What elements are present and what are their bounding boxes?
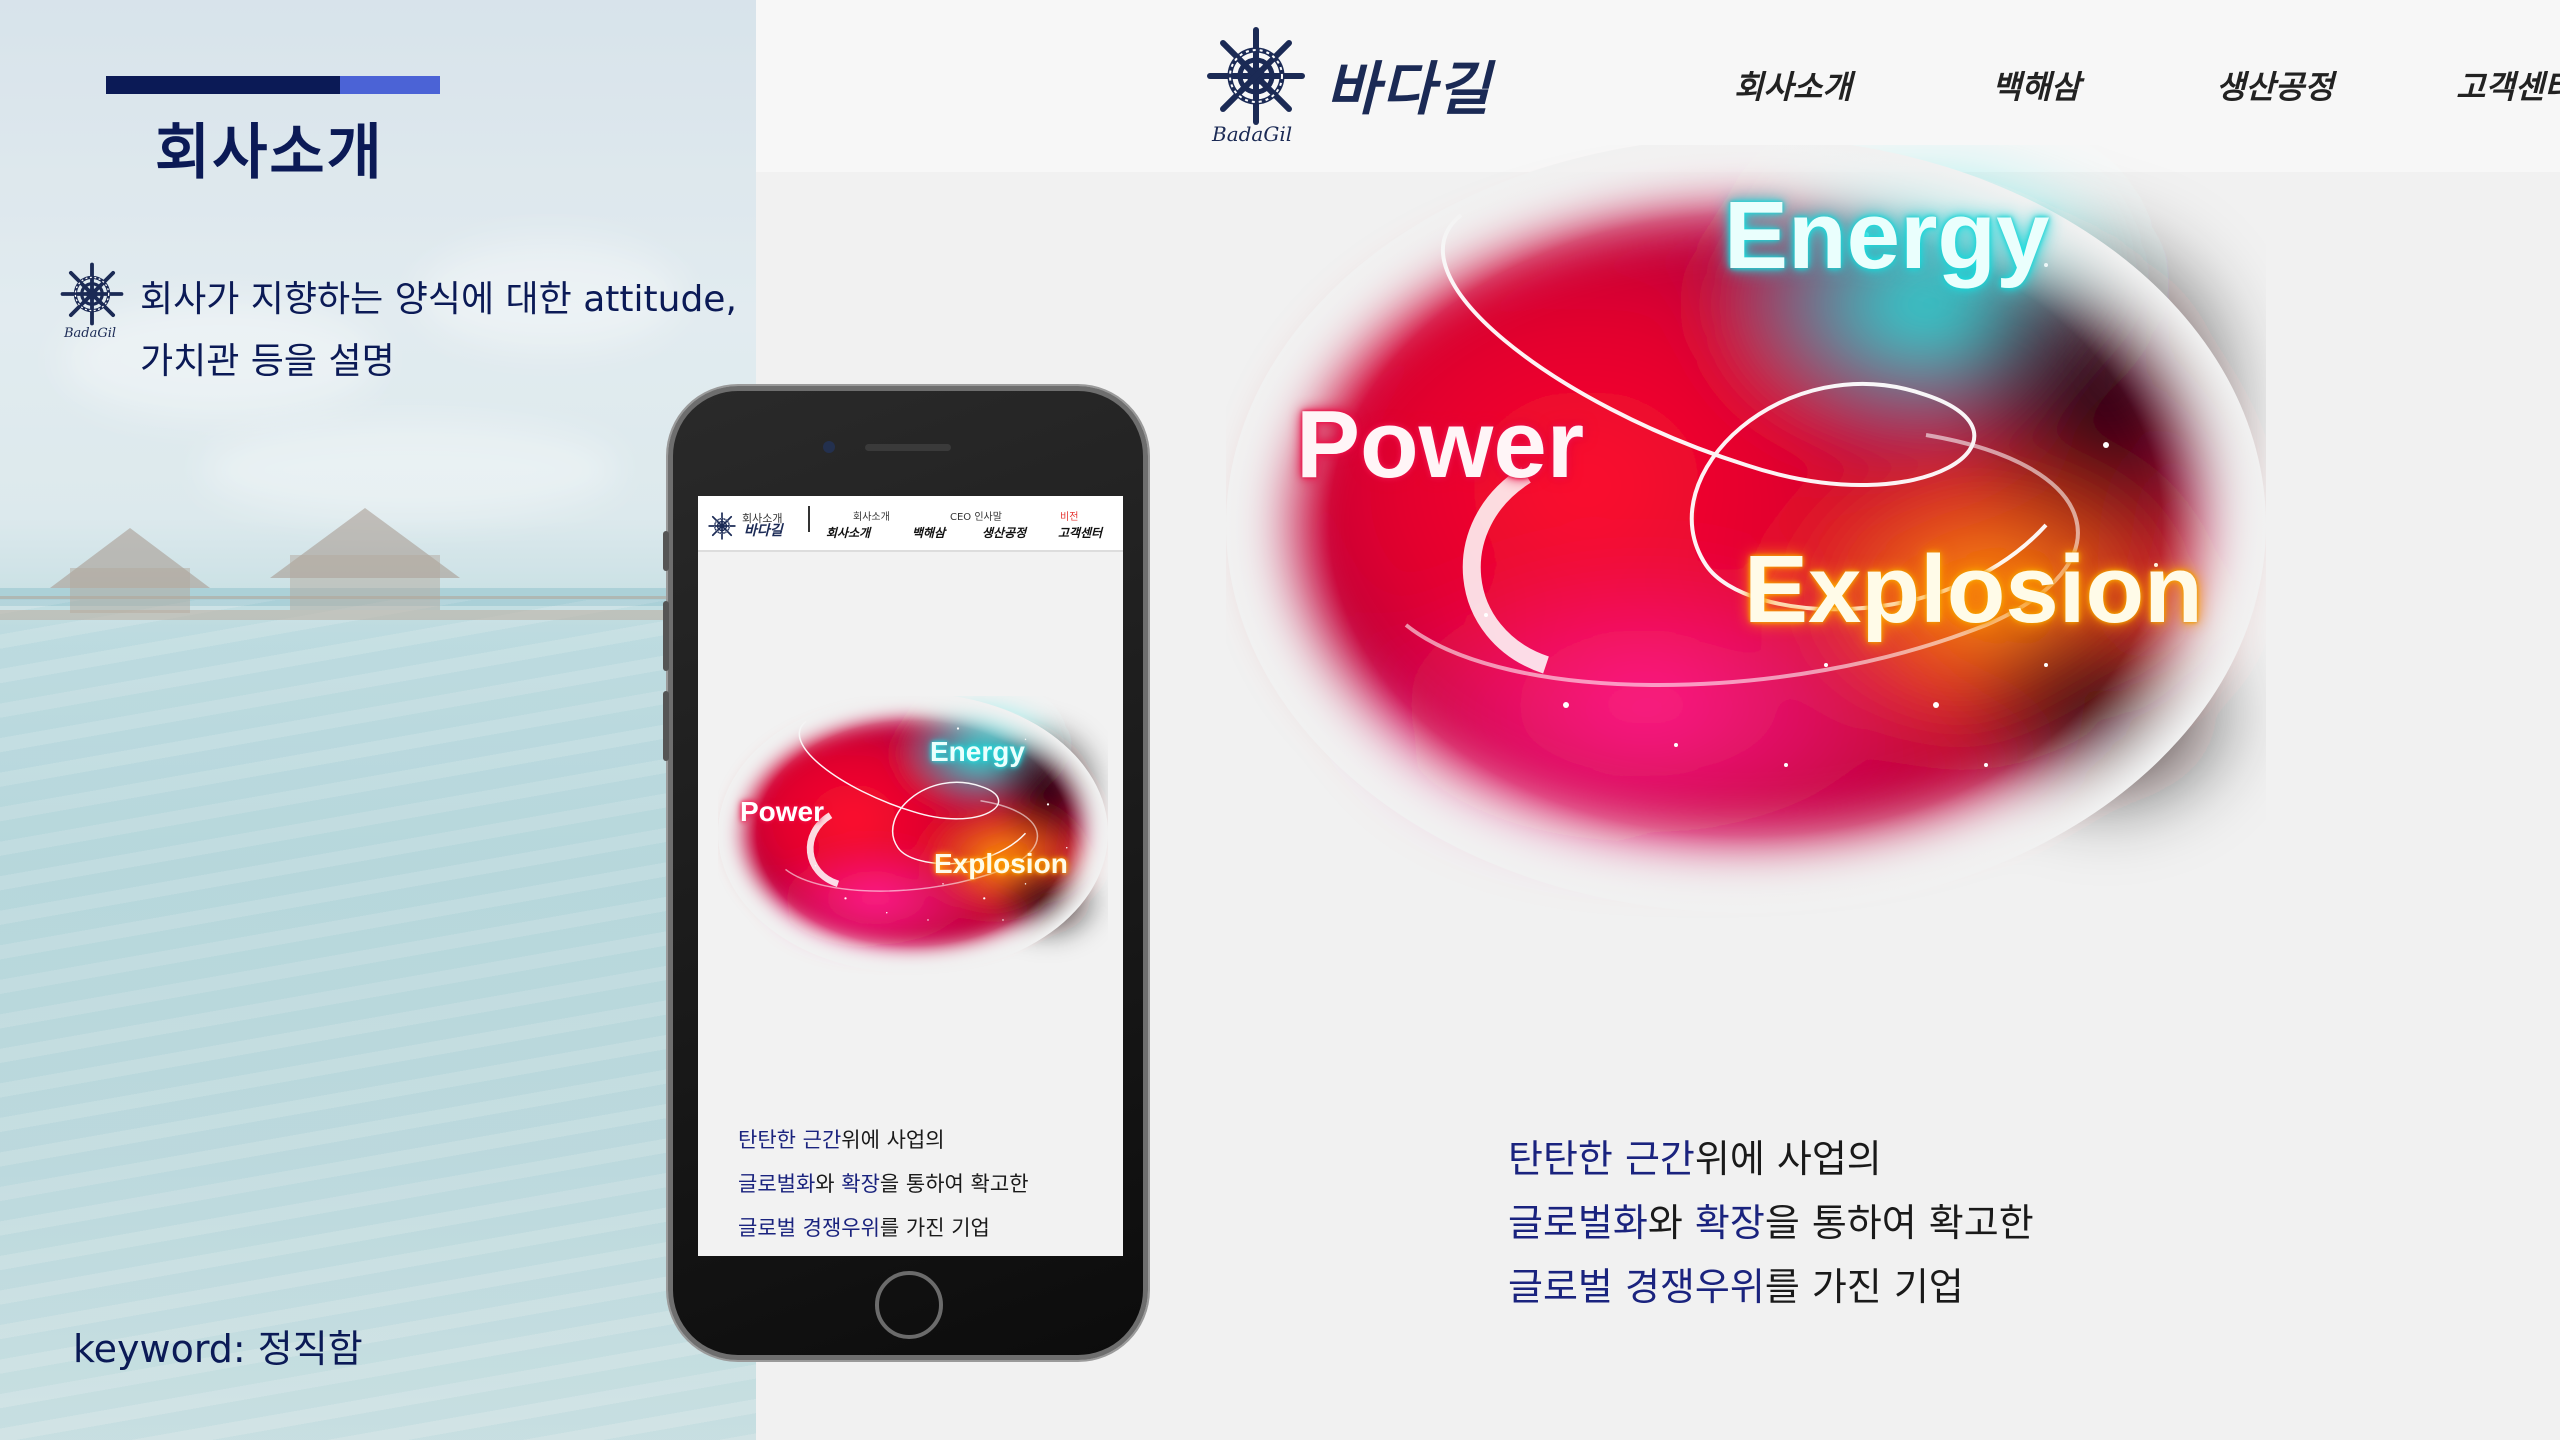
highlight-text: 탄탄한 근간: [738, 1128, 842, 1152]
phone-mockup: 회사소개 바다길 회사소개 CEO 인사말 비전 회사소개 백해삼 생산공정 고…: [663, 386, 1148, 1360]
highlight-text: 확장: [1694, 1201, 1765, 1245]
description-line-2: 가치관 등을 설명: [140, 341, 395, 382]
keyword-label: keyword: 정직함: [73, 1327, 363, 1371]
badagil-caption: BadaGil: [64, 326, 117, 341]
mobile-logo-name: 바다길: [744, 523, 783, 539]
nav-item-customer-center[interactable]: 고객센터: [2456, 62, 2560, 108]
mobile-body-line-2: 글로벌화와 확장을 통하여 확고한: [738, 1168, 1029, 1198]
body-text: 와: [1647, 1201, 1695, 1245]
highlight-text: 글로벌화: [1508, 1201, 1648, 1245]
highlight-text: 탄탄한 근간: [1508, 1137, 1695, 1181]
mobile-hero-explosion: Explosion: [934, 848, 1068, 879]
phone-screen: 회사소개 바다길 회사소개 CEO 인사말 비전 회사소개 백해삼 생산공정 고…: [698, 496, 1123, 1256]
nav-item-company[interactable]: 회사소개: [1734, 62, 1852, 108]
hero-word-power: Power: [1296, 391, 1585, 498]
highlight-text: 글로벌 경쟁우위: [738, 1216, 880, 1240]
mobile-hero-graphic: Energy Power Explosion: [718, 696, 1108, 976]
title-accent-bar-dark: [106, 76, 340, 94]
ship-wheel-icon: [708, 512, 736, 540]
body-text: 를 가진 기업: [1764, 1265, 1964, 1309]
mobile-nav-company[interactable]: 회사소개: [826, 524, 870, 541]
site-logo[interactable]: BadaGil 바다길: [1204, 26, 1504, 146]
mobile-logo[interactable]: 회사소개 바다길: [708, 510, 788, 544]
logo-subtitle: BadaGil: [1212, 122, 1293, 146]
mobile-hero-power: Power: [740, 796, 825, 827]
hero-word-energy: Energy: [1724, 182, 2050, 289]
body-text: 를 가진 기업: [879, 1216, 990, 1240]
body-line-1: 탄탄한 근간위에 사업의: [1508, 1128, 1882, 1183]
body-text: 위에 사업의: [1694, 1137, 1882, 1181]
body-line-3: 글로벌 경쟁우위를 가진 기업: [1508, 1256, 1964, 1311]
mobile-subnav-ceo[interactable]: CEO 인사말: [950, 508, 1002, 523]
nav-item-production[interactable]: 생산공정: [2216, 62, 2334, 108]
body-text: 을 통하여 확고한: [1764, 1201, 2034, 1245]
mobile-nav-sea-cucumber[interactable]: 백해삼: [912, 524, 945, 541]
highlight-text: 글로벌 경쟁우위: [1508, 1265, 1765, 1309]
nav-item-sea-cucumber[interactable]: 백해삼: [1992, 62, 2080, 108]
phone-camera: [823, 441, 835, 453]
slide: 회사소개 BadaGil 회사가 지향하는 양식에 대한 attitude, 가…: [0, 0, 2560, 1440]
header-divider: [808, 506, 810, 532]
mobile-nav-production[interactable]: 생산공정: [982, 524, 1026, 541]
body-line-2: 글로벌화와 확장을 통하여 확고한: [1508, 1192, 2034, 1247]
description-line-1: 회사가 지향하는 양식에 대한 attitude,: [140, 279, 737, 320]
ship-wheel-icon: BadaGil: [56, 262, 128, 344]
phone-speaker: [865, 444, 951, 451]
hero-graphic: Energy Power Explosion: [1226, 145, 2266, 920]
mobile-subnav-vision[interactable]: 비전: [1060, 508, 1078, 523]
mobile-body-line-3: 글로벌 경쟁우위를 가진 기업: [738, 1212, 990, 1242]
highlight-text: 확장: [841, 1172, 880, 1196]
mobile-body-line-1: 탄탄한 근간위에 사업의: [738, 1124, 945, 1154]
section-title: 회사소개: [155, 118, 384, 188]
hero-word-explosion: Explosion: [1744, 536, 2203, 643]
ship-wheel-icon: [1204, 26, 1308, 126]
body-text: 을 통하여 확고한: [879, 1172, 1029, 1196]
body-text: 위에 사업의: [841, 1128, 945, 1152]
title-accent-bar-light: [340, 76, 440, 94]
nebula-graphic: [718, 696, 1108, 976]
mobile-subnav-company[interactable]: 회사소개: [853, 508, 890, 523]
highlight-text: 글로벌화: [738, 1172, 816, 1196]
mobile-header: 회사소개 바다길 회사소개 CEO 인사말 비전 회사소개 백해삼 생산공정 고…: [698, 496, 1123, 552]
body-text: 와: [815, 1172, 842, 1196]
phone-home-button[interactable]: [875, 1271, 943, 1339]
left-info-panel: 회사소개 BadaGil 회사가 지향하는 양식에 대한 attitude, 가…: [0, 0, 756, 1440]
mobile-hero-energy: Energy: [930, 736, 1025, 767]
logo-name: 바다길: [1326, 55, 1493, 123]
mobile-nav-customer-center[interactable]: 고객센터: [1058, 524, 1102, 541]
